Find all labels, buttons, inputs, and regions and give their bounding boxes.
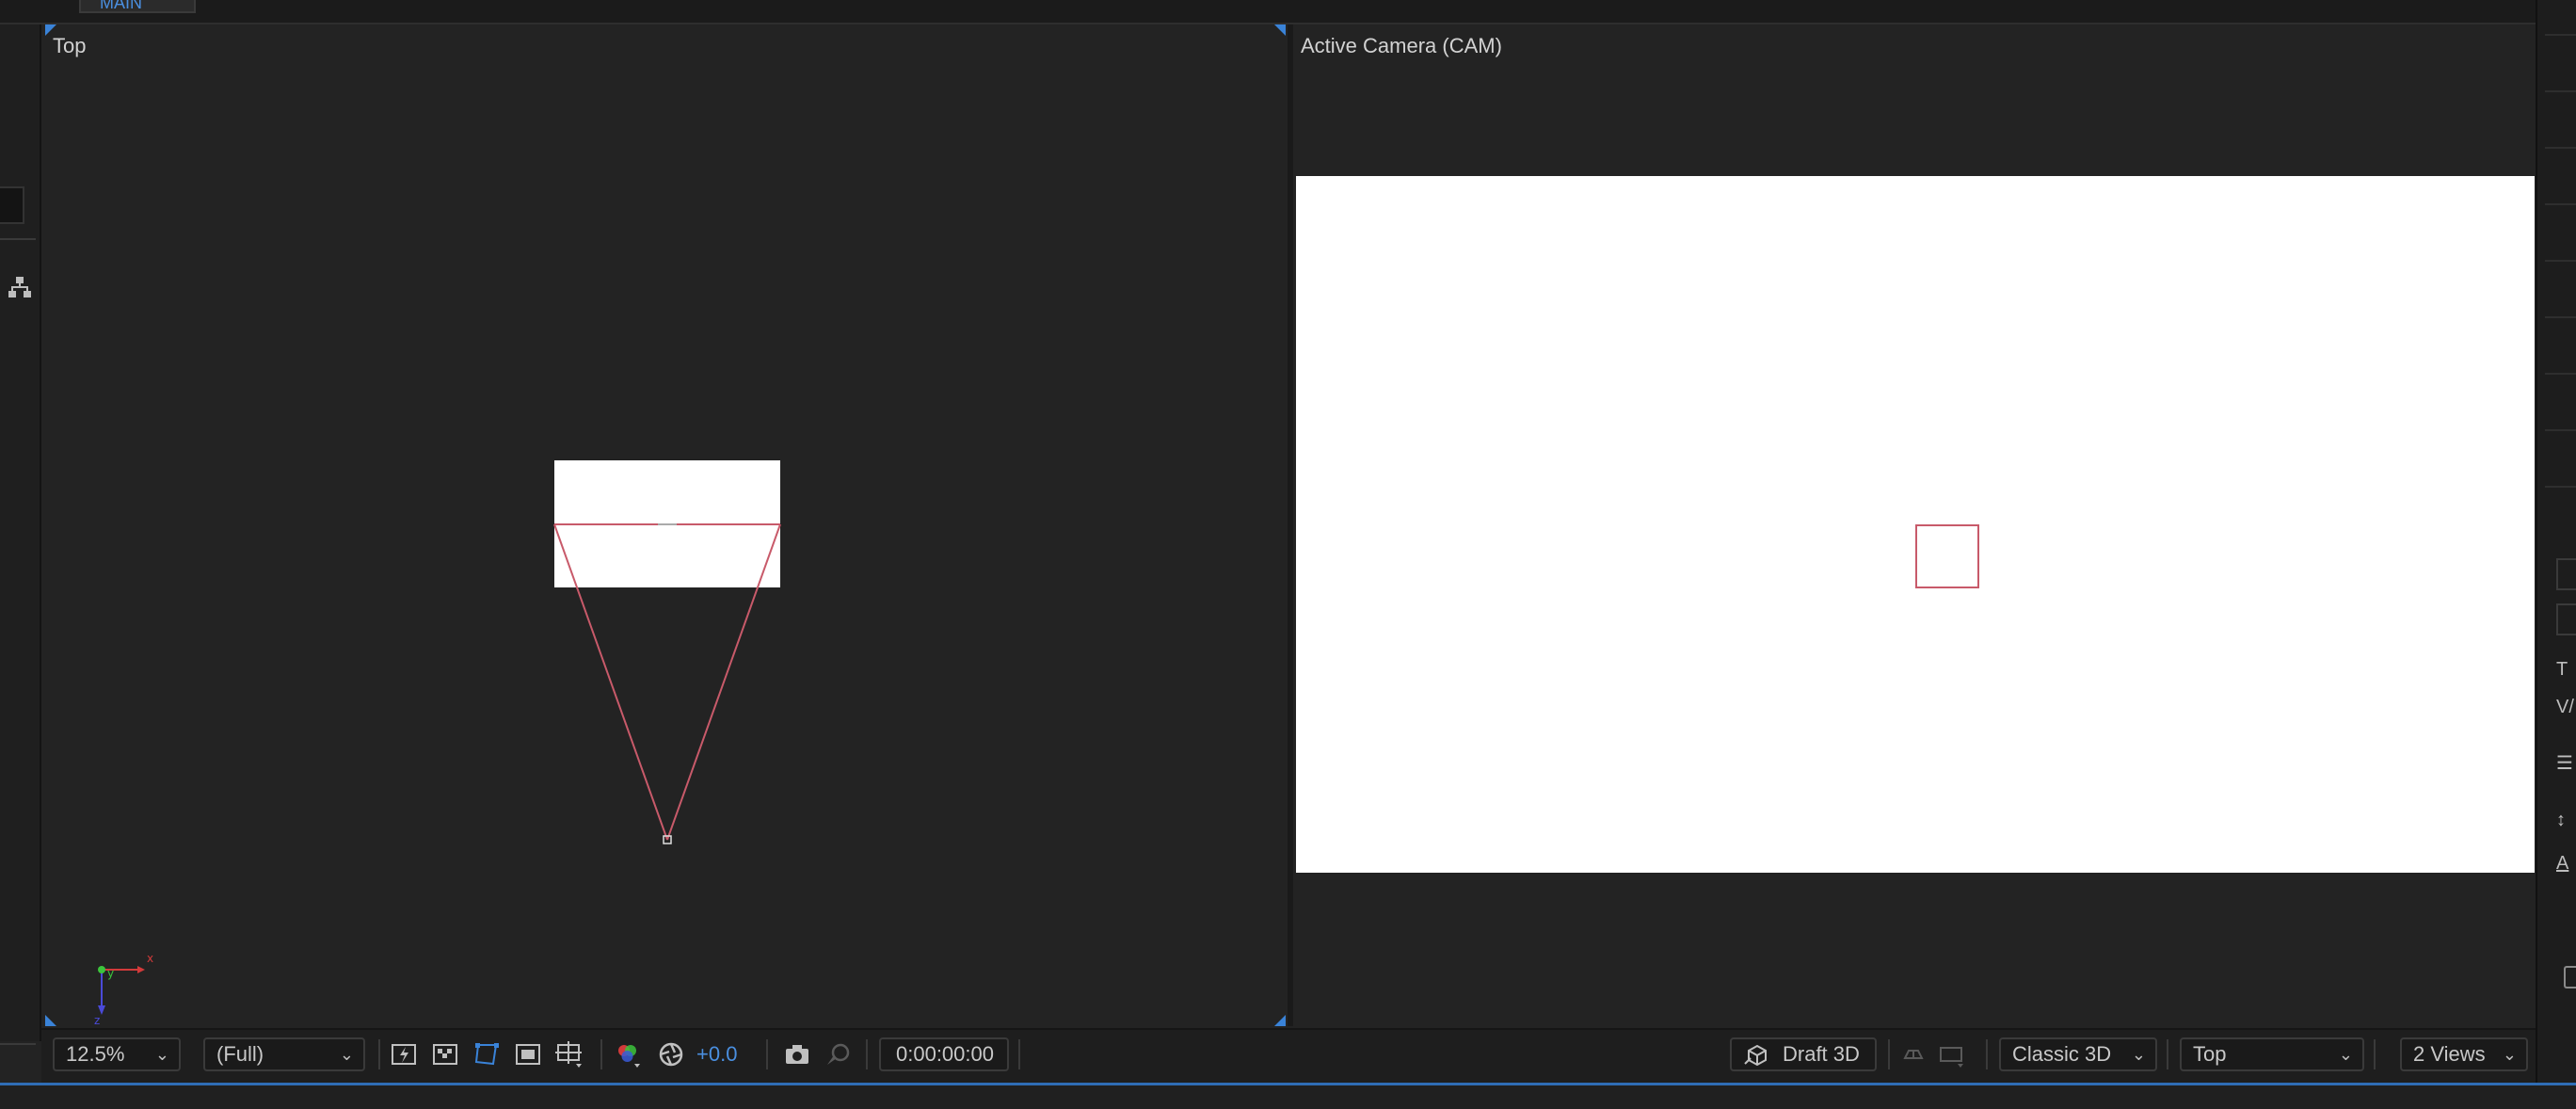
renderer-dropdown[interactable]: Classic 3D ⌄ bbox=[1999, 1037, 2157, 1071]
extended-viewer-icon[interactable] bbox=[1935, 1039, 1967, 1069]
toolbar-separator bbox=[1018, 1039, 1020, 1069]
left-divider-bottom bbox=[0, 1043, 36, 1045]
3d-ground-plane-icon[interactable] bbox=[1897, 1039, 1929, 1069]
toolbar-separator bbox=[866, 1039, 868, 1069]
draft-3d-toggle[interactable]: Draft 3D bbox=[1730, 1037, 1877, 1071]
chevron-down-icon: ⌄ bbox=[2131, 1045, 2146, 1064]
toolbar-separator bbox=[2374, 1039, 2376, 1069]
right-strip-row bbox=[2545, 90, 2576, 92]
top-view-scene bbox=[553, 460, 781, 844]
magnification-dropdown[interactable]: 12.5% ⌄ bbox=[53, 1037, 181, 1071]
composition-tab-main[interactable]: MAIN bbox=[79, 0, 196, 13]
toolbar-separator bbox=[1888, 1039, 1890, 1069]
paragraph-glyph[interactable]: ☰ bbox=[2556, 751, 2573, 775]
fast-previews-icon[interactable] bbox=[388, 1039, 420, 1069]
right-strip-field[interactable] bbox=[2556, 603, 2576, 635]
right-strip-row bbox=[2545, 373, 2576, 375]
toolbar-separator bbox=[2167, 1039, 2168, 1069]
toolbar-separator bbox=[378, 1039, 380, 1069]
show-snapshot-icon[interactable] bbox=[823, 1039, 855, 1069]
right-strip-row bbox=[2545, 429, 2576, 431]
flowchart-icon[interactable] bbox=[8, 275, 32, 299]
rgb-channels-icon[interactable] bbox=[612, 1039, 644, 1069]
axis-y-label: y bbox=[107, 967, 114, 980]
axis-x-label: x bbox=[147, 952, 153, 965]
chevron-down-icon: ⌄ bbox=[2338, 1045, 2353, 1064]
right-strip-row bbox=[2545, 486, 2576, 488]
axis-gizmo: x y z bbox=[94, 952, 153, 1024]
exposure-value[interactable]: +0.0 bbox=[696, 1039, 737, 1069]
leading-glyph[interactable]: ↕ bbox=[2556, 810, 2566, 831]
right-strip-row bbox=[2545, 203, 2576, 205]
toolbar-separator bbox=[766, 1039, 768, 1069]
timeline-panel-top bbox=[0, 1085, 2576, 1109]
resolution-dropdown[interactable]: (Full) ⌄ bbox=[203, 1037, 365, 1071]
left-divider bbox=[0, 238, 36, 240]
guides-grid-icon[interactable] bbox=[553, 1039, 585, 1069]
panel-top-bar bbox=[0, 0, 2576, 24]
timecode-value: 0:00:00:00 bbox=[896, 1042, 994, 1066]
viewer-label-camera: Active Camera (CAM) bbox=[1301, 34, 1502, 57]
mask-path-icon[interactable] bbox=[471, 1039, 503, 1069]
right-panel-strip bbox=[2536, 0, 2576, 1083]
camera-layer-outline[interactable] bbox=[1915, 524, 1979, 588]
renderer-value: Classic 3D bbox=[2012, 1042, 2112, 1066]
reset-exposure-icon[interactable] bbox=[655, 1039, 687, 1069]
view-layout-dropdown[interactable]: 2 Views ⌄ bbox=[2400, 1037, 2528, 1071]
toolbar-separator bbox=[1986, 1039, 1988, 1069]
magnification-value: 12.5% bbox=[66, 1042, 125, 1066]
view-layout-value: 2 Views bbox=[2413, 1042, 2486, 1066]
kerning-glyph[interactable]: V/ bbox=[2556, 697, 2574, 718]
text-tool-glyph[interactable]: T bbox=[2556, 659, 2568, 681]
baseline-glyph[interactable]: A bbox=[2556, 853, 2568, 875]
left-panel-field[interactable] bbox=[0, 186, 24, 224]
draft-3d-label: Draft 3D bbox=[1783, 1042, 1860, 1066]
resolution-value: (Full) bbox=[216, 1042, 264, 1066]
axis-z-label: z bbox=[94, 1014, 100, 1024]
camera-snapshot-icon[interactable] bbox=[781, 1039, 813, 1069]
viewer-active-camera[interactable]: Active Camera (CAM) bbox=[1293, 24, 2536, 1026]
toolbar-separator bbox=[600, 1039, 602, 1069]
region-of-interest-icon[interactable] bbox=[512, 1039, 544, 1069]
3d-view-value: Top bbox=[2193, 1042, 2227, 1066]
right-strip-row bbox=[2545, 316, 2576, 318]
chevron-down-icon: ⌄ bbox=[154, 1045, 169, 1064]
transparency-grid-icon[interactable] bbox=[429, 1039, 461, 1069]
right-strip-field[interactable] bbox=[2556, 558, 2576, 590]
right-strip-toggle[interactable] bbox=[2564, 966, 2576, 988]
right-strip-row bbox=[2545, 260, 2576, 262]
left-panel-strip bbox=[0, 24, 41, 1041]
3d-view-dropdown[interactable]: Top ⌄ bbox=[2180, 1037, 2364, 1071]
current-time-display[interactable]: 0:00:00:00 bbox=[879, 1037, 1009, 1071]
right-strip-row bbox=[2545, 34, 2576, 36]
right-strip-row bbox=[2545, 147, 2576, 149]
viewer-top[interactable]: Top x y z bbox=[41, 24, 1288, 1026]
chevron-down-icon: ⌄ bbox=[339, 1045, 354, 1064]
chevron-down-icon: ⌄ bbox=[2502, 1045, 2517, 1064]
draft-3d-icon bbox=[1744, 1044, 1767, 1067]
